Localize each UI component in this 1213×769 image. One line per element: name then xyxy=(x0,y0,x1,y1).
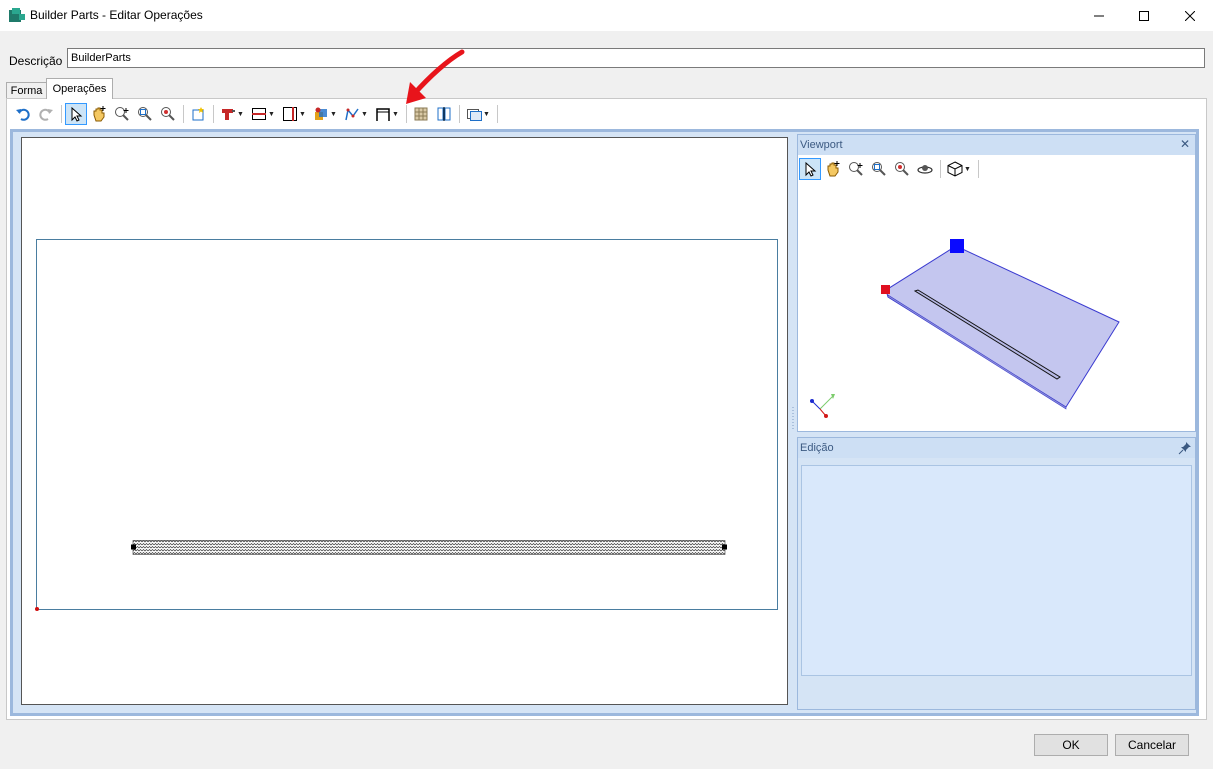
tab-forma[interactable]: Forma xyxy=(6,82,47,99)
viewport-panel: Viewport ✕ ▼ xyxy=(797,134,1196,434)
frame-icon xyxy=(376,108,390,121)
view-cube-icon xyxy=(947,161,963,177)
minimize-button[interactable] xyxy=(1076,0,1122,31)
zoom-extents-button[interactable] xyxy=(111,103,133,125)
cancel-button[interactable]: Cancelar xyxy=(1115,734,1189,756)
drawing-svg xyxy=(35,239,778,611)
toolbar-separator xyxy=(213,105,214,123)
zoom-out-icon xyxy=(161,107,175,121)
toolbar-separator xyxy=(497,105,498,123)
viewport-header: Viewport xyxy=(798,135,1195,155)
pan-hand-icon xyxy=(93,106,106,122)
toolbar-separator xyxy=(940,160,941,178)
edicao-title: Edição xyxy=(800,442,834,454)
zoom-extents-icon xyxy=(115,107,129,121)
viewport-3d-canvas[interactable] xyxy=(798,183,1195,434)
undo-icon xyxy=(16,108,30,121)
select-pointer-icon xyxy=(805,161,817,177)
viewport-orbit-button[interactable] xyxy=(914,158,936,180)
ok-button[interactable]: OK xyxy=(1034,734,1108,756)
select-pointer-icon xyxy=(71,106,83,122)
title-bar: Builder Parts - Editar Operações xyxy=(0,0,1213,31)
tab-operacoes[interactable]: Operações xyxy=(46,78,113,99)
undo-button[interactable] xyxy=(12,103,34,125)
polyline-icon xyxy=(345,108,359,121)
zoom-window-button[interactable] xyxy=(134,103,156,125)
zoom-out-button[interactable] xyxy=(157,103,179,125)
pan-button[interactable] xyxy=(88,103,110,125)
close-icon xyxy=(1185,10,1195,21)
viewport-select-button[interactable] xyxy=(799,158,821,180)
maximize-button[interactable] xyxy=(1121,0,1167,31)
orbit-icon xyxy=(917,165,933,174)
edicao-property-area[interactable] xyxy=(801,465,1192,676)
viewport-zoom-extents-button[interactable] xyxy=(845,158,867,180)
viewport-zoom-out-button[interactable] xyxy=(891,158,913,180)
panel-splitter[interactable] xyxy=(791,133,795,711)
groove-end-handle[interactable] xyxy=(722,544,727,550)
viewport-close-button[interactable]: ✕ xyxy=(1178,137,1192,151)
new-part-icon xyxy=(192,107,204,121)
edicao-panel: Edição xyxy=(797,437,1196,710)
drill-icon xyxy=(222,109,236,120)
drill-button[interactable]: ▼ xyxy=(217,103,247,125)
toolbar-separator xyxy=(61,105,62,123)
viewport-title: Viewport xyxy=(800,139,843,151)
axis-triad-icon xyxy=(810,394,835,418)
polyline-button[interactable]: ▼ xyxy=(341,103,371,125)
viewport-zoom-window-button[interactable] xyxy=(868,158,890,180)
operations-toolbar: ▼ ▼ ▼ ▼ ▼ ▼ ▼ xyxy=(8,101,1203,127)
redo-button[interactable] xyxy=(35,103,57,125)
vertical-cut-icon xyxy=(283,107,298,121)
pan-hand-icon xyxy=(827,161,840,177)
zoom-window-icon xyxy=(872,162,886,176)
drawing-canvas[interactable] xyxy=(21,137,788,705)
description-label: Descrição xyxy=(9,54,63,68)
new-part-button[interactable] xyxy=(187,103,209,125)
tab-forma-label: Forma xyxy=(10,85,43,97)
tab-operacoes-label: Operações xyxy=(52,83,107,95)
horizontal-cut-icon xyxy=(252,108,267,120)
viewport-handle-blue[interactable] xyxy=(950,239,964,253)
toolbar-separator xyxy=(978,160,979,178)
origin-marker xyxy=(35,607,39,611)
viewport-toolbar: ▼ xyxy=(798,157,1195,181)
groove-start-handle[interactable] xyxy=(131,544,136,550)
viewport-pan-button[interactable] xyxy=(822,158,844,180)
viewport-3d-svg xyxy=(810,239,1120,434)
description-input[interactable] xyxy=(67,48,1205,68)
app-icon xyxy=(9,8,25,22)
edicao-header: Edição xyxy=(798,438,1195,458)
viewport-handle-red[interactable] xyxy=(881,285,890,294)
zoom-window-icon xyxy=(138,107,152,121)
zoom-out-icon xyxy=(895,162,909,176)
window-title: Builder Parts - Editar Operações xyxy=(30,8,203,22)
pocket-button[interactable]: ▼ xyxy=(310,103,340,125)
minimize-icon xyxy=(1094,15,1104,16)
groove-operation[interactable] xyxy=(132,540,726,555)
horizontal-cut-button[interactable]: ▼ xyxy=(248,103,278,125)
zoom-extents-icon xyxy=(849,162,863,176)
red-annotation-arrow-icon xyxy=(406,49,465,104)
pocket-icon xyxy=(315,107,328,120)
close-icon: ✕ xyxy=(1179,137,1191,151)
maximize-icon xyxy=(1139,10,1149,21)
select-button[interactable] xyxy=(65,103,87,125)
close-button[interactable] xyxy=(1167,0,1213,31)
vertical-cut-button[interactable]: ▼ xyxy=(279,103,309,125)
toolbar-separator xyxy=(183,105,184,123)
pin-icon[interactable] xyxy=(1178,441,1192,455)
board-3d-model[interactable] xyxy=(885,245,1120,408)
redo-icon xyxy=(39,108,53,121)
viewport-view-cube-button[interactable]: ▼ xyxy=(944,158,974,180)
